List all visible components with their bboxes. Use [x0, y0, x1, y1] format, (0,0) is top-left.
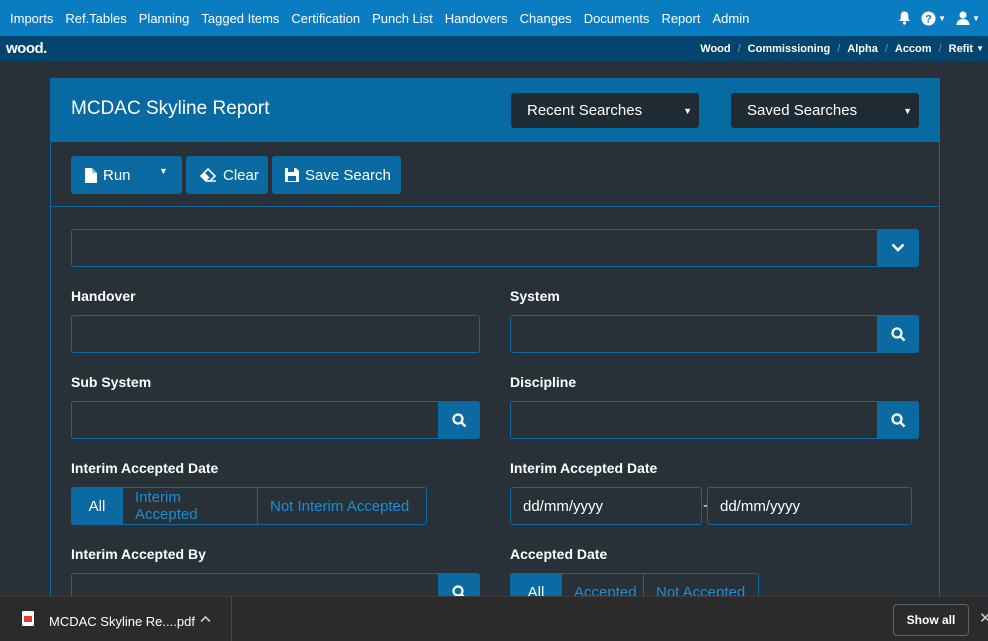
chevron-up-icon[interactable] — [200, 612, 211, 626]
help-caret-icon: ▼ — [938, 13, 947, 23]
system-label: System — [510, 288, 560, 304]
saved-searches-label: Saved Searches — [747, 102, 858, 119]
breadcrumb-caret-icon[interactable]: ▼ — [976, 44, 984, 53]
main-menu: Imports Ref.Tables Planning Tagged Items… — [0, 11, 761, 26]
notification-bell-icon[interactable] — [898, 11, 911, 25]
nav-item-documents[interactable]: Documents — [584, 11, 650, 26]
handover-label: Handover — [71, 288, 136, 304]
nav-item-ref-tables[interactable]: Ref.Tables — [65, 11, 126, 26]
discipline-search-button[interactable] — [877, 401, 919, 439]
page-title: MCDAC Skyline Report — [71, 98, 270, 119]
sub-system-search-button[interactable] — [438, 401, 480, 439]
chevron-down-icon — [891, 243, 905, 252]
sub-system-input[interactable] — [71, 401, 480, 439]
breadcrumb: Wood / Commissioning / Alpha / Accom / R… — [700, 36, 984, 61]
run-options-caret-icon[interactable]: ▼ — [159, 166, 168, 176]
clear-button[interactable]: Clear — [186, 156, 268, 194]
file-icon — [85, 167, 97, 183]
download-file-name[interactable]: MCDAC Skyline Re....pdf — [49, 614, 195, 629]
breadcrumb-refit[interactable]: Refit — [949, 43, 973, 55]
nav-item-handovers[interactable]: Handovers — [445, 11, 508, 26]
interim-accepted-filter-group: All Interim Accepted Not Interim Accepte… — [71, 487, 427, 525]
close-icon[interactable]: ✕ — [979, 609, 988, 627]
interim-option-all[interactable]: All — [72, 488, 123, 524]
breadcrumb-separator: / — [884, 42, 888, 55]
sub-system-label: Sub System — [71, 374, 152, 390]
breadcrumb-wood[interactable]: Wood — [700, 43, 730, 55]
nav-item-imports[interactable]: Imports — [10, 11, 53, 26]
filter-expand-button[interactable] — [877, 229, 919, 267]
clear-label: Clear — [223, 166, 259, 184]
nav-item-punch-list[interactable]: Punch List — [372, 11, 433, 26]
show-all-button[interactable]: Show all — [893, 604, 969, 636]
svg-text:?: ? — [925, 13, 932, 25]
caret-down-icon: ▼ — [683, 106, 692, 116]
search-icon — [451, 412, 466, 427]
save-search-label: Save Search — [305, 166, 391, 184]
wood-logo[interactable]: wood. — [6, 40, 47, 57]
interim-accepted-date-range-label: Interim Accepted Date — [510, 460, 658, 476]
interim-date-to-input[interactable]: dd/mm/yyyy — [707, 487, 912, 525]
run-main[interactable]: Run — [85, 167, 131, 184]
nav-item-report[interactable]: Report — [661, 11, 700, 26]
breadcrumb-alpha[interactable]: Alpha — [847, 43, 878, 55]
download-bar: MCDAC Skyline Re....pdf Show all ✕ — [0, 596, 988, 641]
nav-item-tagged-items[interactable]: Tagged Items — [201, 11, 279, 26]
run-button[interactable]: Run ▼ — [71, 156, 182, 194]
report-toolbar: Run ▼ Clear Save Search — [51, 142, 939, 207]
nav-item-certification[interactable]: Certification — [291, 11, 360, 26]
breadcrumb-separator: / — [737, 42, 741, 55]
discipline-label: Discipline — [510, 374, 577, 390]
report-panel-header: MCDAC Skyline Report Recent Searches ▼ S… — [51, 79, 939, 142]
nav-item-changes[interactable]: Changes — [520, 11, 572, 26]
nav-item-planning[interactable]: Planning — [139, 11, 190, 26]
interim-option-interim-accepted[interactable]: Interim Accepted — [123, 488, 258, 524]
help-icon[interactable]: ? ▼ — [921, 11, 946, 26]
breadcrumb-commissioning[interactable]: Commissioning — [748, 43, 831, 55]
recent-searches-dropdown[interactable]: Recent Searches ▼ — [511, 93, 699, 128]
save-search-button[interactable]: Save Search — [272, 156, 401, 194]
recent-searches-label: Recent Searches — [527, 102, 643, 119]
interim-accepted-date-label: Interim Accepted Date — [71, 460, 219, 476]
download-item[interactable]: MCDAC Skyline Re....pdf — [0, 597, 232, 641]
user-icon[interactable]: ▼ — [956, 11, 980, 25]
breadcrumb-separator: / — [938, 42, 942, 55]
nav-item-admin[interactable]: Admin — [712, 11, 749, 26]
top-navigation-bar: Imports Ref.Tables Planning Tagged Items… — [0, 0, 988, 36]
breadcrumb-accom[interactable]: Accom — [895, 43, 932, 55]
pdf-file-icon — [22, 611, 34, 626]
search-icon — [890, 326, 905, 341]
search-icon — [890, 412, 905, 427]
handover-input[interactable] — [71, 315, 480, 353]
nav-right-icons: ? ▼ ▼ — [888, 0, 980, 36]
discipline-input[interactable] — [510, 401, 919, 439]
system-input[interactable] — [510, 315, 919, 353]
interim-option-not-interim-accepted[interactable]: Not Interim Accepted — [258, 488, 426, 524]
breadcrumb-separator: / — [837, 42, 841, 55]
accepted-date-label: Accepted Date — [510, 546, 608, 562]
sub-header-bar: wood. Wood / Commissioning / Alpha / Acc… — [0, 36, 988, 61]
caret-down-icon: ▼ — [903, 106, 912, 116]
interim-date-from-input[interactable]: dd/mm/yyyy — [510, 487, 702, 525]
eraser-icon — [200, 168, 217, 182]
save-icon — [285, 168, 299, 182]
saved-searches-dropdown[interactable]: Saved Searches ▼ — [731, 93, 919, 128]
filter-select[interactable] — [71, 229, 919, 267]
user-caret-icon: ▼ — [972, 13, 980, 23]
report-panel: MCDAC Skyline Report Recent Searches ▼ S… — [50, 78, 940, 611]
interim-accepted-by-label: Interim Accepted By — [71, 546, 206, 562]
run-label: Run — [103, 166, 131, 184]
system-search-button[interactable] — [877, 315, 919, 353]
